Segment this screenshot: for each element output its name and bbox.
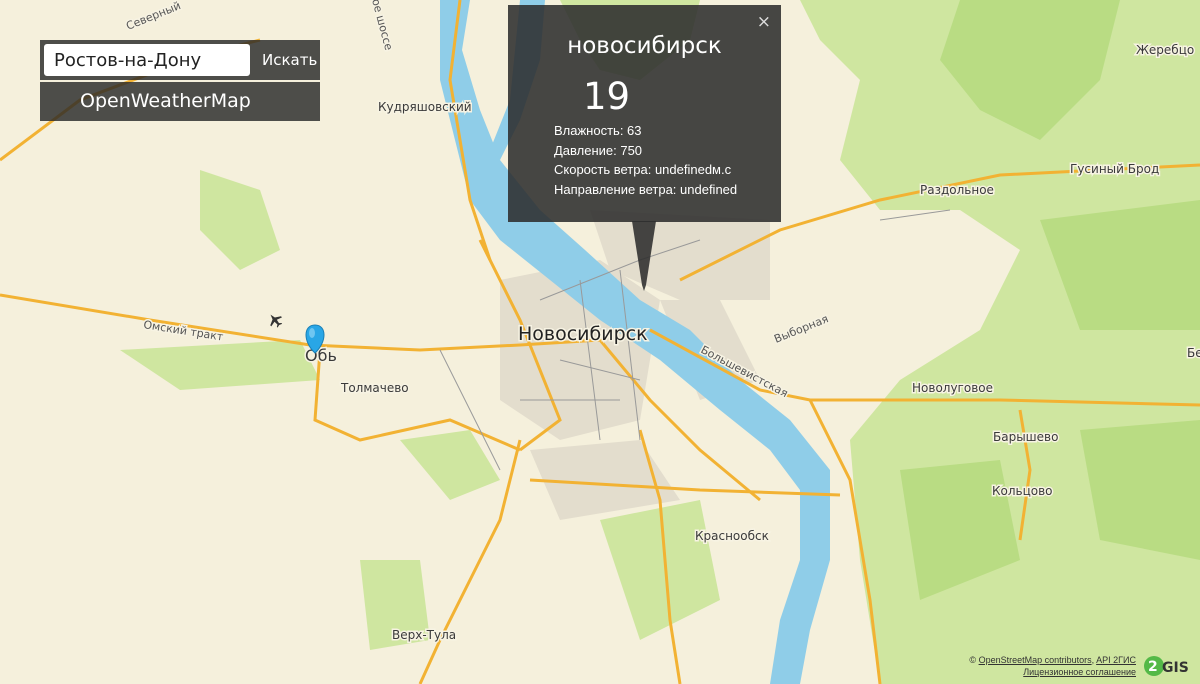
label-razdolnoe: Раздольное (920, 183, 994, 197)
popup-details: Влажность: 63 Давление: 750 Скорость вет… (554, 121, 737, 199)
popup-pointer (632, 221, 656, 291)
attribution-prefix: © (969, 655, 979, 665)
label-novolugovoe: Новолуговое (912, 381, 993, 395)
osm-link[interactable]: OpenStreetMap contributors (979, 655, 1092, 665)
api-2gis-link[interactable]: API 2ГИС (1096, 655, 1136, 665)
city-search-input[interactable] (44, 44, 250, 76)
close-icon[interactable]: × (757, 12, 771, 32)
popup-humidity: Влажность: 63 (554, 123, 642, 138)
weather-popup: × новосибирск 19 Влажность: 63 Давление:… (508, 5, 781, 222)
popup-wind-direction: Направление ветра: undefined (554, 181, 738, 197)
label-baryshevo: Барышево (993, 430, 1058, 444)
label-verkh-tula: Верх-Тула (392, 628, 456, 642)
map-attribution: © OpenStreetMap contributors, API 2ГИС Л… (969, 654, 1136, 678)
logo-text: GIS (1162, 660, 1189, 676)
label-novosibirsk: Новосибирск (518, 323, 648, 345)
label-tolmachevo: Толмачево (340, 381, 409, 395)
brand-label: OpenWeatherMap (40, 82, 320, 121)
popup-temperature: 19 (583, 75, 631, 118)
popup-city: новосибирск (567, 33, 722, 59)
label-be: Бе (1187, 346, 1200, 360)
label-krasnoobsk: Краснообск (695, 529, 769, 543)
popup-pressure: Давление: 750 (554, 142, 643, 158)
search-panel: Искать (40, 40, 320, 80)
label-ob: Обь (305, 346, 337, 365)
label-gusiny-brod: Гусиный Брод (1070, 162, 1159, 176)
2gis-logo[interactable]: 2 GIS (1144, 654, 1192, 678)
license-link[interactable]: Лицензионное соглашение (1023, 667, 1136, 677)
label-kudryashovsky: Кудряшовский (378, 100, 472, 114)
popup-wind-speed: Скорость ветра: undefinedм.с (554, 162, 732, 177)
logo-2-text: 2 (1148, 659, 1158, 675)
search-button[interactable]: Искать (254, 44, 320, 76)
label-koltsovo: Кольцово (992, 484, 1053, 498)
label-zherebtsovo: Жеребцо (1136, 43, 1194, 57)
